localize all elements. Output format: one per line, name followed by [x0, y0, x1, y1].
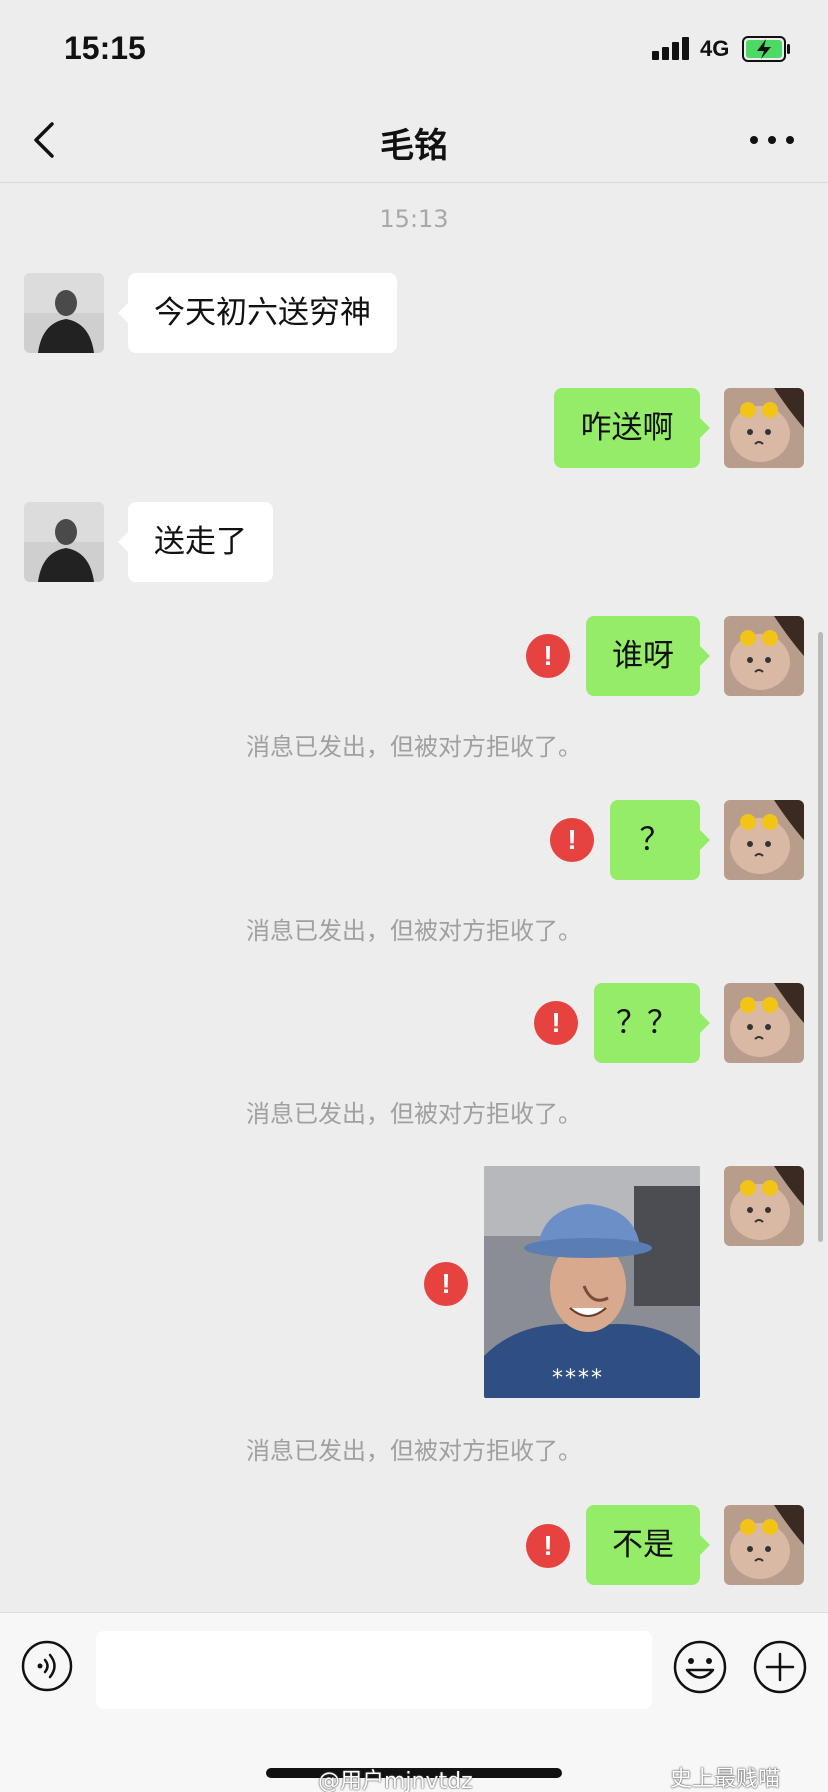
message-bubble-incoming[interactable]: 今天初六送穷神 — [118, 273, 397, 353]
emoji-icon[interactable] — [672, 1639, 728, 1695]
account-watermark: 史上最贱喵 — [670, 1767, 781, 1792]
error-icon[interactable]: ! — [526, 1524, 570, 1568]
network-label: 4G — [700, 36, 730, 61]
rejected-notice: 消息已发出，但被对方拒收了。 — [246, 733, 582, 761]
message-bubble-outgoing[interactable]: ？ — [610, 800, 710, 880]
nav-bar: 毛铭 — [0, 100, 828, 183]
my-avatar[interactable] — [724, 800, 804, 880]
error-icon[interactable]: ! — [526, 634, 570, 678]
my-avatar[interactable] — [724, 1505, 804, 1585]
error-icon[interactable]: ! — [534, 1001, 578, 1045]
status-time: 15:15 — [64, 30, 146, 66]
weibo-watermark: @用户mjnvtdz — [318, 1769, 473, 1792]
voice-icon[interactable] — [20, 1639, 74, 1693]
chat-title: 毛铭 — [380, 126, 448, 166]
sticker-caption: **** — [552, 1366, 604, 1391]
chat-screen: 15:15 4G 毛铭 15:13 今天初六送穷神 咋送啊 送走了 ! 谁呀 消… — [0, 0, 828, 1792]
status-bar: 15:15 4G — [0, 0, 828, 100]
message-input[interactable] — [96, 1631, 652, 1709]
my-avatar[interactable] — [724, 983, 804, 1063]
rejected-notice: 消息已发出，但被对方拒收了。 — [246, 1437, 582, 1465]
battery-icon — [742, 36, 790, 62]
message-bubble-outgoing[interactable]: 谁呀 — [586, 616, 710, 696]
chat-timestamp: 15:13 — [379, 205, 449, 233]
message-bubble-outgoing[interactable]: 咋送啊 — [554, 388, 710, 468]
input-bar: @用户mjnvtdz 史上最贱喵 — [0, 1612, 828, 1792]
message-bubble-outgoing[interactable]: ？？ — [594, 983, 710, 1063]
rejected-notice: 消息已发出，但被对方拒收了。 — [246, 917, 582, 945]
my-avatar[interactable] — [724, 616, 804, 696]
contact-avatar[interactable] — [24, 273, 104, 353]
my-avatar[interactable] — [724, 1166, 804, 1246]
scrollbar[interactable] — [818, 632, 823, 1242]
signal-icon — [652, 36, 692, 60]
my-avatar[interactable] — [724, 388, 804, 468]
contact-avatar[interactable] — [24, 502, 104, 582]
error-icon[interactable]: ! — [424, 1262, 468, 1306]
message-bubble-outgoing[interactable]: 不是 — [586, 1505, 710, 1585]
message-bubble-incoming[interactable]: 送走了 — [118, 502, 273, 582]
error-icon[interactable]: ! — [550, 818, 594, 862]
sticker-image[interactable]: **** — [484, 1166, 700, 1398]
more-dots-icon[interactable] — [746, 116, 798, 164]
plus-icon[interactable] — [752, 1639, 808, 1695]
rejected-notice: 消息已发出，但被对方拒收了。 — [246, 1100, 582, 1128]
